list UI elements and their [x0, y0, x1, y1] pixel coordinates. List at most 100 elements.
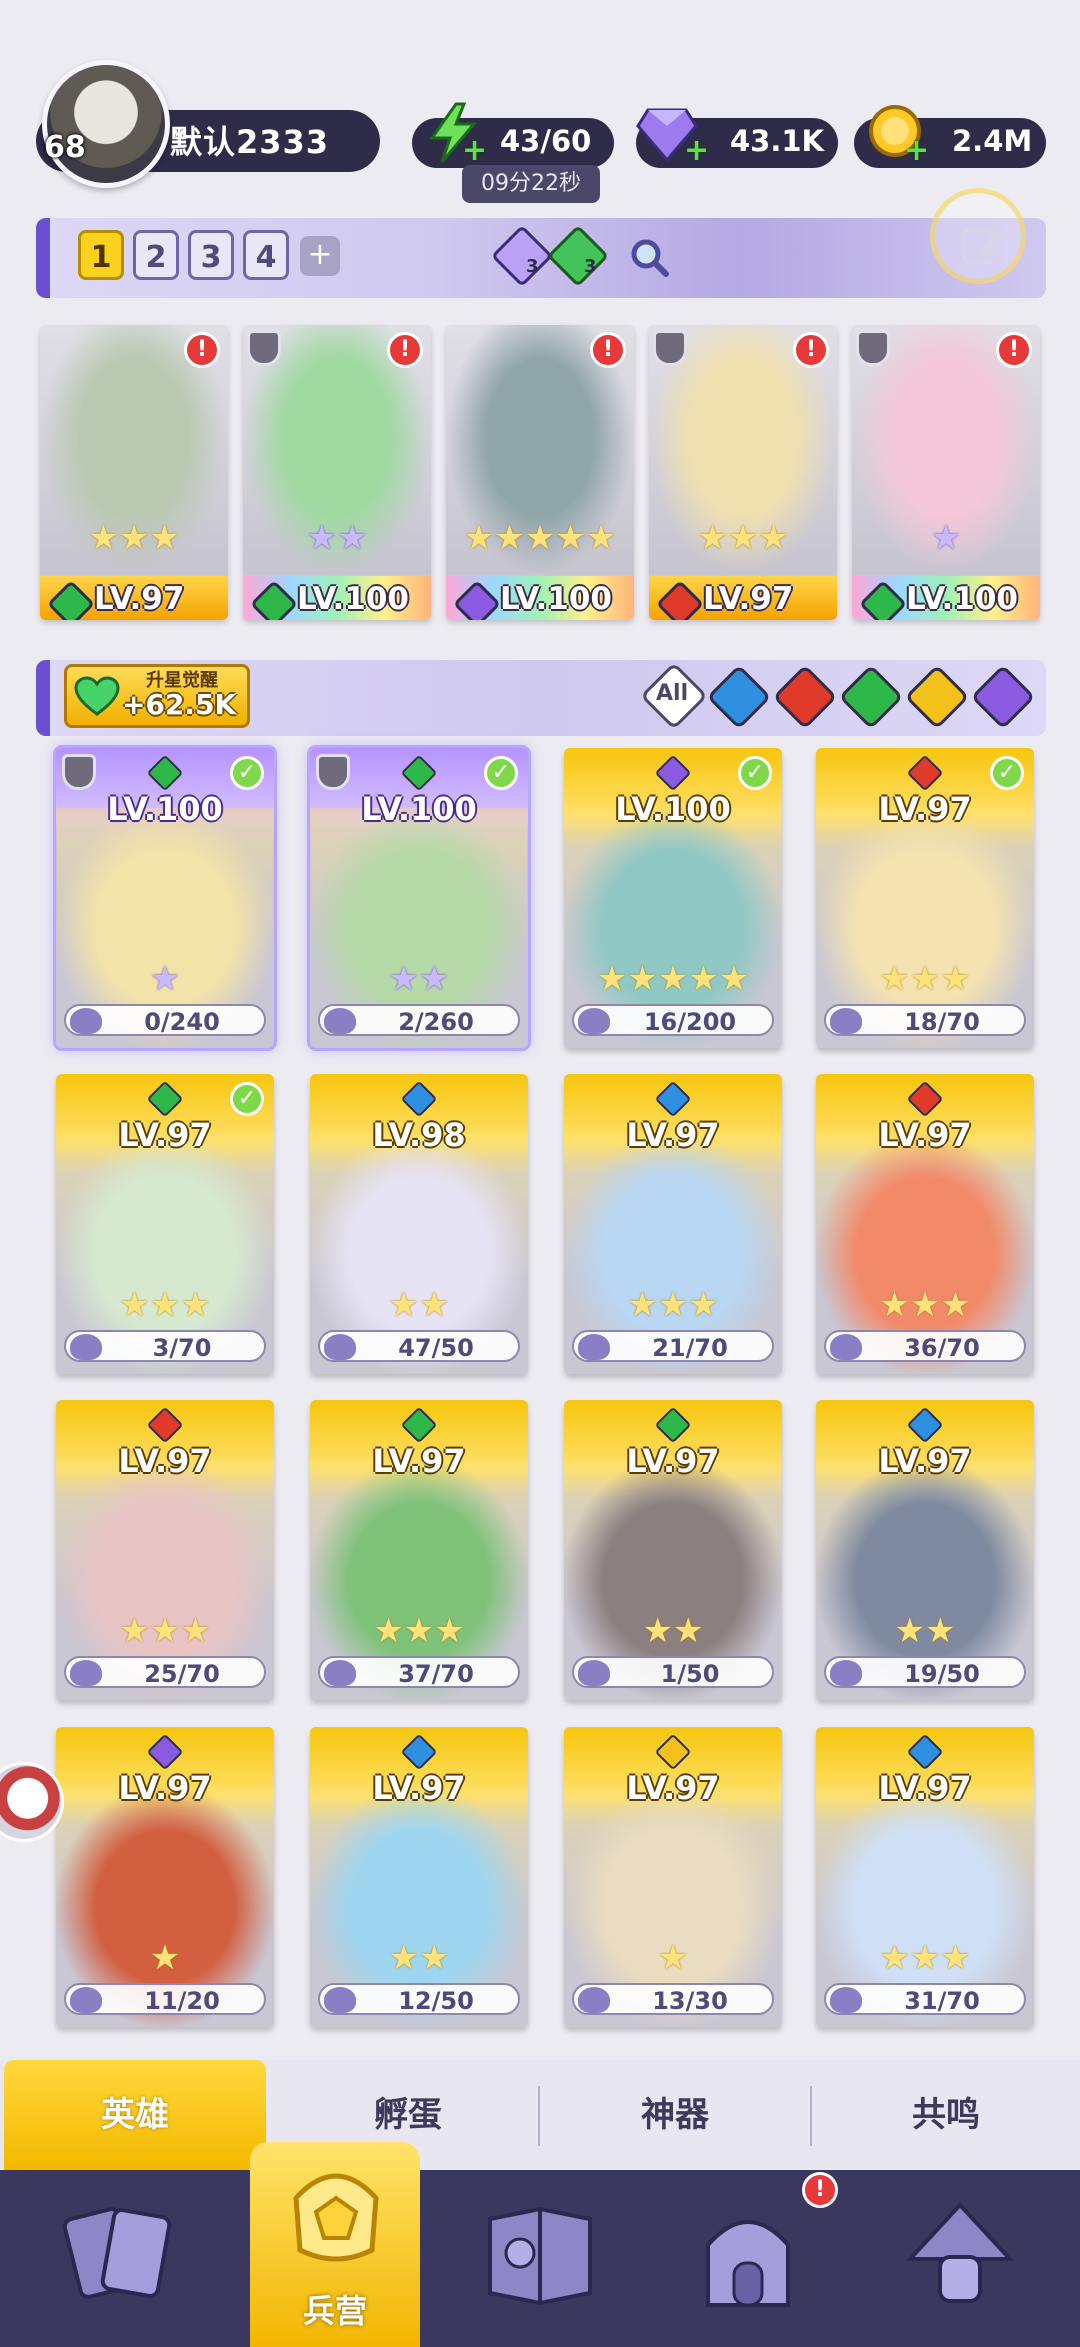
hero-level: LV.97 — [878, 1769, 972, 1807]
star-rating: ★★★ — [879, 959, 971, 999]
hero-card[interactable]: LV.97 ★★★ 25/70 — [56, 1400, 274, 1700]
hero-card[interactable]: LV.100 ★ 0/240 ✓ — [53, 745, 277, 1051]
hero-card[interactable]: LV.97 ★★★ 21/70 — [564, 1074, 782, 1374]
shard-progress: 3/70 — [64, 1330, 266, 1362]
shard-icon — [324, 1334, 356, 1360]
player-name: 默认2333 — [170, 123, 330, 161]
star-rating: ★★★ — [119, 1285, 211, 1325]
shard-progress: 37/70 — [318, 1656, 520, 1688]
hero-card[interactable]: LV.97 ★★ 12/50 — [310, 1727, 528, 2027]
hero-level: LV.97 — [372, 1769, 466, 1807]
add-gold-icon[interactable]: + — [904, 136, 929, 166]
hero-card[interactable]: LV.97 ★ 13/30 — [564, 1727, 782, 2027]
hero-level: LV.97 — [878, 1442, 972, 1480]
add-gem-icon[interactable]: + — [684, 136, 709, 166]
hero-level: LV.100 — [500, 581, 612, 617]
hero-card[interactable]: LV.97 ★★ 19/50 — [816, 1400, 1034, 1700]
team-slot-1[interactable]: 1 — [78, 230, 124, 280]
hero-card[interactable]: LV.100 ★★★★★ 16/200 ✓ — [564, 748, 782, 1048]
shard-icon — [324, 1987, 356, 2013]
team-hero-card[interactable]: ★★★ LV.97 — [649, 325, 837, 620]
tab-artifacts[interactable]: 神器 — [540, 2060, 810, 2170]
mushroom-icon[interactable] — [900, 2195, 1020, 2315]
star-rating: ★ — [149, 959, 181, 999]
hero-level: LV.97 — [626, 1442, 720, 1480]
armor-icon — [316, 754, 350, 790]
star-rating: ★★★ — [373, 1611, 465, 1651]
shard-icon — [324, 1008, 356, 1034]
shard-progress: 18/70 — [824, 1004, 1026, 1036]
shard-progress: 36/70 — [824, 1330, 1026, 1362]
castle-icon[interactable] — [688, 2195, 808, 2315]
hero-card[interactable]: LV.100 ★★ 2/260 ✓ — [307, 745, 531, 1051]
hero-card[interactable]: LV.97 ★★★ 31/70 — [816, 1727, 1034, 2027]
hero-card[interactable]: LV.97 ★★★ 36/70 — [816, 1074, 1034, 1374]
hero-level: LV.97 — [118, 1116, 212, 1154]
star-rating: ★★ — [306, 518, 368, 558]
shard-progress: 1/50 — [572, 1656, 774, 1688]
shard-icon — [70, 1660, 102, 1686]
star-rating: ★★ — [642, 1611, 704, 1651]
team-slot-2[interactable]: 2 — [133, 230, 179, 280]
shard-icon — [578, 1008, 610, 1034]
shard-count: 18/70 — [904, 1008, 980, 1036]
team-hero-card[interactable]: ★★★ LV.97 — [40, 325, 228, 620]
team-slot-4[interactable]: 4 — [243, 230, 289, 280]
filter-bar-accent — [36, 660, 50, 736]
tab-resonance[interactable]: 共鸣 — [812, 2060, 1080, 2170]
add-team-button[interactable]: + — [300, 236, 340, 276]
star-rating: ★★ — [894, 1611, 956, 1651]
shard-icon — [578, 1987, 610, 2013]
green-token-count: 3 — [584, 256, 597, 277]
tab-heroes[interactable]: 英雄 — [4, 2060, 266, 2170]
team-slot-3[interactable]: 3 — [188, 230, 234, 280]
hero-level: LV.97 — [878, 1116, 972, 1154]
team-hero-card[interactable]: ★ LV.100 — [852, 325, 1040, 620]
player-avatar[interactable] — [42, 60, 170, 188]
shard-progress: 11/20 — [64, 1983, 266, 2015]
hero-card[interactable]: LV.97 ★ 11/20 — [56, 1727, 274, 2027]
shard-count: 11/20 — [144, 1987, 220, 2015]
star-rating: ★★★ — [119, 1611, 211, 1651]
hero-card[interactable]: LV.97 ★★★ 3/70 ✓ — [56, 1074, 274, 1374]
armor-icon — [62, 754, 96, 790]
star-rating: ★★★ — [697, 518, 789, 558]
alert-badge: ! — [184, 332, 220, 368]
shard-icon — [830, 1334, 862, 1360]
shard-icon — [830, 1008, 862, 1034]
hero-level: LV.97 — [372, 1442, 466, 1480]
hero-card[interactable]: LV.97 ★★★ 18/70 ✓ — [816, 748, 1034, 1048]
hero-card[interactable]: LV.98 ★★ 47/50 — [310, 1074, 528, 1374]
shard-icon — [70, 1334, 102, 1360]
alert-badge: ! — [387, 332, 423, 368]
shard-count: 37/70 — [398, 1660, 474, 1688]
team-hero-card[interactable]: ★★ LV.100 — [243, 325, 431, 620]
in-team-check-icon: ✓ — [230, 756, 264, 790]
alert-badge: ! — [590, 332, 626, 368]
shard-count: 0/240 — [144, 1008, 220, 1036]
in-team-check-icon: ✓ — [738, 756, 772, 790]
shard-count: 12/50 — [398, 1987, 474, 2015]
search-icon[interactable] — [628, 236, 670, 278]
book-icon[interactable] — [480, 2195, 600, 2315]
edit-icon — [962, 228, 1004, 264]
shard-count: 31/70 — [904, 1987, 980, 2015]
hero-level: LV.98 — [372, 1116, 466, 1154]
shard-icon — [70, 1987, 102, 2013]
floating-assistant-avatar[interactable] — [0, 1762, 64, 1842]
add-energy-icon[interactable]: + — [462, 136, 487, 166]
cards-icon[interactable] — [62, 2195, 182, 2315]
team-hero-card[interactable]: ★★★★★ LV.100 — [446, 325, 634, 620]
shard-count: 21/70 — [652, 1334, 728, 1362]
shard-count: 19/50 — [904, 1660, 980, 1688]
shard-progress: 25/70 — [64, 1656, 266, 1688]
shard-progress: 21/70 — [572, 1330, 774, 1362]
hero-card[interactable]: LV.97 ★★ 1/50 — [564, 1400, 782, 1700]
alert-badge: ! — [793, 332, 829, 368]
hero-card[interactable]: LV.97 ★★★ 37/70 — [310, 1400, 528, 1700]
armor-icon — [856, 330, 890, 366]
shard-icon — [578, 1334, 610, 1360]
awaken-value: +62.5K — [122, 688, 237, 721]
star-rating: ★★★ — [879, 1938, 971, 1978]
barracks-icon[interactable] — [276, 2158, 396, 2278]
